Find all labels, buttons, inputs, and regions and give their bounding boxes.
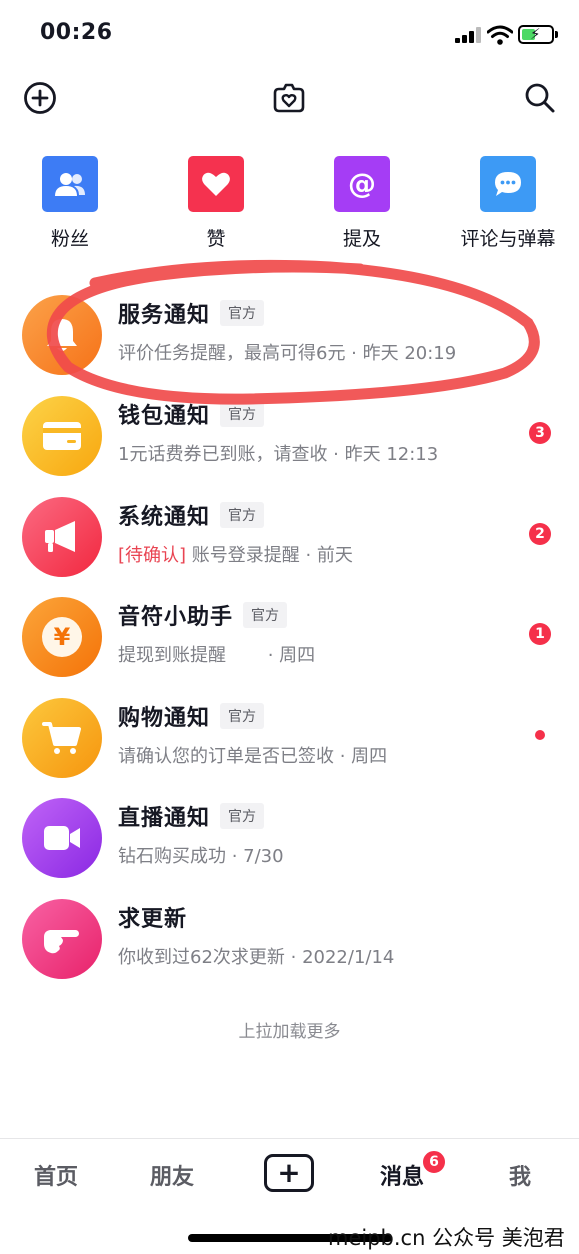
category-label: 评论与弹幕 (460, 228, 556, 250)
item-subtitle: [待确认] 账号登录提醒 · 前天 (118, 541, 353, 567)
category-mentions[interactable]: @ 提及 (307, 156, 417, 251)
item-title: 钱包通知 (118, 404, 211, 429)
item-title: 购物通知 (118, 706, 211, 731)
category-label: 粉丝 (50, 228, 89, 250)
add-friend-button[interactable] (22, 80, 58, 116)
list-item-update-requests[interactable]: 求更新 你收到过62次求更新 · 2022/1/14 (0, 887, 579, 987)
unread-count-badge: 3 (529, 422, 551, 444)
category-fans[interactable]: 粉丝 (15, 156, 125, 251)
battery-icon: ⚡ (518, 25, 558, 44)
cart-icon (22, 698, 102, 778)
load-more-hint: 上拉加载更多 (238, 1022, 341, 1042)
status-bar: 00:26 ⚡ (0, 0, 579, 68)
pointing-hand-icon (22, 899, 102, 979)
watermark: meipb.cn 公众号 美泡君 (328, 1226, 565, 1250)
official-badge: 官方 (243, 602, 288, 628)
tab-me[interactable]: 我 (509, 1159, 531, 1191)
official-badge: 官方 (220, 502, 265, 528)
list-item-wallet-notice[interactable]: 钱包通知 官方 1元话费券已到账，请查收 · 昨天 12:13 3 (0, 384, 579, 484)
category-likes[interactable]: 赞 (161, 156, 271, 251)
plus-circle-icon (24, 82, 56, 114)
official-badge: 官方 (220, 803, 265, 829)
item-title: 求更新 (118, 907, 188, 932)
official-badge: 官方 (220, 703, 265, 729)
official-badge: 官方 (220, 300, 265, 326)
category-comments[interactable]: 评论与弹幕 (453, 156, 563, 251)
item-title: 服务通知 (118, 303, 211, 328)
item-subtitle: 提现到账提醒 · 周四 (118, 645, 316, 666)
status-time: 00:26 (40, 20, 113, 45)
item-subtitle: 钻石购买成功 · 7/30 (118, 846, 284, 867)
comment-icon (480, 156, 536, 212)
list-item-shopping-notice[interactable]: 购物通知 官方 请确认您的订单是否已签收 · 周四 (0, 686, 579, 786)
category-label: 提及 (342, 228, 381, 250)
tab-home[interactable]: 首页 (34, 1159, 78, 1191)
item-subtitle: 1元话费券已到账，请查收 · 昨天 12:13 (118, 444, 439, 465)
list-item-service-notice[interactable]: 服务通知 官方 评价任务提醒，最高可得6元 · 昨天 20:19 (0, 283, 579, 383)
item-subtitle: 你收到过62次求更新 · 2022/1/14 (118, 947, 395, 968)
megaphone-icon (22, 497, 102, 577)
tab-messages[interactable]: 消息 (380, 1159, 424, 1191)
item-subtitle: 评价任务提醒，最高可得6元 · 昨天 20:19 (118, 343, 457, 364)
search-button[interactable] (522, 80, 558, 116)
list-item-assistant[interactable]: ¥ 音符小助手 官方 提现到账提醒 · 周四 1 (0, 585, 579, 685)
card-icon (22, 396, 102, 476)
messages-page: 00:26 ⚡ 粉丝 赞 @ 提及 评论与弹幕 服务通知 官方 评价任务提醒，最… (0, 0, 579, 1254)
tab-friends[interactable]: 朋友 (150, 1159, 194, 1191)
cellular-signal-icon (455, 27, 485, 43)
create-button[interactable]: + (264, 1154, 314, 1192)
item-title: 直播通知 (118, 806, 211, 831)
list-item-system-notice[interactable]: 系统通知 官方 [待确认] 账号登录提醒 · 前天 2 (0, 485, 579, 585)
video-camera-icon (22, 798, 102, 878)
messages-count-badge: 6 (421, 1149, 447, 1175)
pending-confirm-tag: [待确认] (118, 545, 187, 566)
official-badge: 官方 (220, 401, 265, 427)
plus-icon: + (277, 1156, 301, 1189)
yuan-icon: ¥ (22, 597, 102, 677)
item-subtitle-text: 账号登录提醒 · 前天 (186, 545, 353, 566)
item-subtitle: 请确认您的订单是否已签收 · 周四 (118, 746, 388, 767)
heart-camera-icon (273, 83, 305, 113)
list-item-live-notice[interactable]: 直播通知 官方 钻石购买成功 · 7/30 (0, 786, 579, 886)
fans-icon (42, 156, 98, 212)
bell-icon (22, 295, 102, 375)
unread-dot (535, 730, 545, 740)
favorites-button[interactable] (271, 80, 307, 116)
category-label: 赞 (206, 228, 226, 250)
search-icon (525, 83, 555, 113)
unread-count-badge: 2 (529, 523, 551, 545)
item-title: 系统通知 (118, 505, 211, 530)
at-icon: @ (334, 156, 390, 212)
heart-icon (188, 156, 244, 212)
wifi-icon (487, 25, 513, 45)
item-title: 音符小助手 (118, 605, 234, 630)
unread-count-badge: 1 (529, 623, 551, 645)
